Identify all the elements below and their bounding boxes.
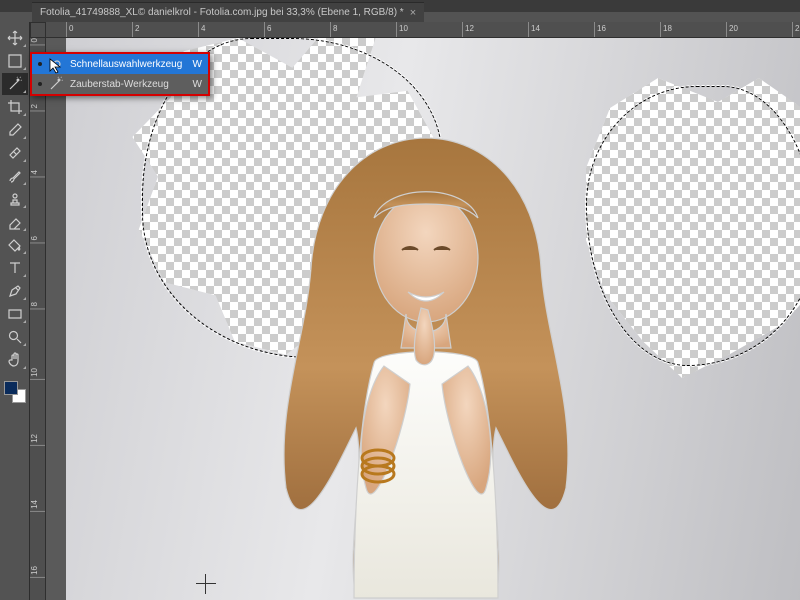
ruler-tick: 6 bbox=[30, 236, 45, 243]
flyout-item-label: Schnellauswahlwerkzeug bbox=[70, 59, 182, 70]
precise-cursor-icon bbox=[196, 574, 216, 594]
clone-stamp-tool[interactable] bbox=[2, 188, 28, 210]
bullet-icon bbox=[38, 62, 42, 66]
tool-flyout-menu: Schnellauswahlwerkzeug W Zauberstab-Werk… bbox=[30, 52, 210, 96]
eyedropper-tool[interactable] bbox=[2, 119, 28, 141]
canvas-viewport[interactable] bbox=[46, 38, 800, 600]
ruler-tick: 22 bbox=[792, 22, 800, 37]
shape-tool[interactable] bbox=[2, 303, 28, 325]
document-tab-title: Fotolia_41749888_XL© danielkrol - Fotoli… bbox=[40, 7, 404, 18]
ruler-tick: 20 bbox=[726, 22, 738, 37]
ruler-tick: 4 bbox=[198, 22, 205, 37]
close-icon[interactable]: × bbox=[410, 7, 416, 19]
image-document[interactable] bbox=[66, 38, 800, 600]
flyout-item-qsel[interactable]: Schnellauswahlwerkzeug W bbox=[32, 54, 208, 74]
paint-bucket-tool[interactable] bbox=[2, 234, 28, 256]
eraser-tool[interactable] bbox=[2, 211, 28, 233]
color-swatches[interactable] bbox=[4, 381, 26, 403]
document-tab[interactable]: Fotolia_41749888_XL© danielkrol - Fotoli… bbox=[32, 2, 424, 23]
flyout-item-wand[interactable]: Zauberstab-Werkzeug W bbox=[32, 74, 208, 94]
bullet-icon bbox=[38, 82, 42, 86]
ruler-tick: 2 bbox=[132, 22, 139, 37]
ruler-tick: 14 bbox=[528, 22, 540, 37]
ruler-origin[interactable] bbox=[30, 22, 46, 38]
ruler-tick: 18 bbox=[660, 22, 672, 37]
hand-tool[interactable] bbox=[2, 349, 28, 371]
ruler-tick: 10 bbox=[396, 22, 408, 37]
zoom-tool[interactable] bbox=[2, 326, 28, 348]
quick-selection-tool[interactable] bbox=[2, 73, 28, 95]
healing-brush-tool[interactable] bbox=[2, 142, 28, 164]
flyout-item-label: Zauberstab-Werkzeug bbox=[70, 79, 169, 90]
ruler-tick: 16 bbox=[30, 566, 45, 578]
crop-tool[interactable] bbox=[2, 96, 28, 118]
toolbox bbox=[0, 22, 30, 600]
ruler-tick: 16 bbox=[594, 22, 606, 37]
ruler-tick: 12 bbox=[462, 22, 474, 37]
type-tool[interactable] bbox=[2, 257, 28, 279]
flyout-item-shortcut: W bbox=[193, 79, 202, 90]
wand-icon bbox=[48, 76, 64, 92]
foreground-swatch[interactable] bbox=[4, 381, 18, 395]
ruler-tick: 12 bbox=[30, 434, 45, 446]
flyout-item-shortcut: W bbox=[193, 59, 202, 70]
ruler-tick: 6 bbox=[264, 22, 271, 37]
ruler-tick: 2 bbox=[30, 104, 45, 111]
qsel-icon bbox=[48, 56, 64, 72]
pen-tool[interactable] bbox=[2, 280, 28, 302]
vertical-ruler[interactable]: 0 2 4 6 8 10 12 14 16 bbox=[30, 38, 46, 600]
ruler-tick: 8 bbox=[30, 302, 45, 309]
move-tool[interactable] bbox=[2, 27, 28, 49]
ruler-tick: 0 bbox=[66, 22, 73, 37]
document-tab-strip: Fotolia_41749888_XL© danielkrol - Fotoli… bbox=[32, 1, 424, 23]
ruler-tick: 10 bbox=[30, 368, 45, 380]
ruler-tick: 0 bbox=[30, 38, 45, 45]
selection-marquee bbox=[586, 86, 800, 366]
ruler-tick: 14 bbox=[30, 500, 45, 512]
marquee-tool[interactable] bbox=[2, 50, 28, 72]
ruler-tick: 4 bbox=[30, 170, 45, 177]
horizontal-ruler[interactable]: 0 2 4 6 8 10 12 14 16 18 20 22 bbox=[46, 22, 800, 38]
ruler-tick: 8 bbox=[330, 22, 337, 37]
brush-tool[interactable] bbox=[2, 165, 28, 187]
